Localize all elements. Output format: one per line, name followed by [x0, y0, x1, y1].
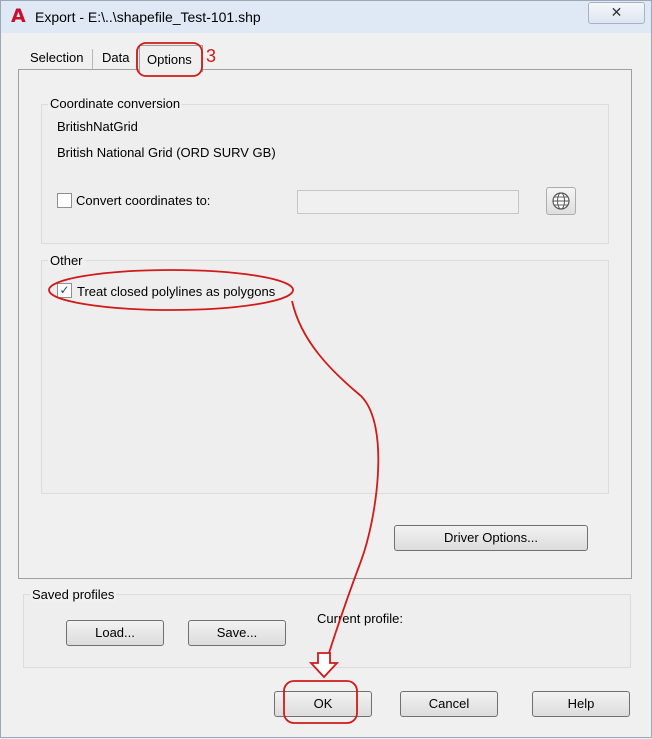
annotation-curve — [291, 300, 380, 654]
options-tab-highlight — [136, 42, 203, 77]
ok-button-highlight — [283, 680, 358, 724]
down-arrow-icon — [308, 652, 340, 679]
export-dialog: A Export - E:\..\shapefile_Test-101.shp … — [0, 0, 652, 738]
annotation-overlay — [48, 42, 380, 724]
treat-polylines-highlight — [48, 269, 294, 311]
step-number-annotation: 3 — [206, 46, 217, 66]
